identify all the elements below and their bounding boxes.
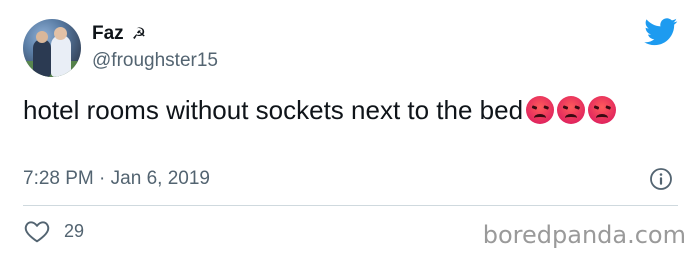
hammer-sickle-icon: ☭: [131, 26, 147, 43]
avatar-photo-person-2: [51, 35, 71, 77]
author-handle[interactable]: @froughster15: [92, 49, 218, 73]
avatar-photo-person-1: [33, 39, 51, 77]
heart-icon[interactable]: [24, 219, 50, 243]
author-name[interactable]: Faz: [92, 23, 124, 44]
tweet-time: 7:28 PM: [23, 168, 94, 189]
tweet-date: Jan 6, 2019: [110, 168, 210, 189]
divider: [23, 205, 678, 206]
tweet-timestamp[interactable]: 7:28 PM · Jan 6, 2019: [23, 167, 210, 191]
like-count: 29: [64, 221, 85, 241]
twitter-bird-icon[interactable]: [644, 18, 678, 46]
avatar-photo-head-2: [54, 27, 67, 40]
angry-face-icon: [557, 96, 586, 124]
angry-face-icon: [526, 96, 555, 124]
boredpanda-watermark: boredpanda.com: [482, 221, 686, 249]
meta-separator: ·: [99, 168, 106, 189]
tweet-text: hotel rooms without sockets next to the …: [23, 94, 663, 126]
info-icon[interactable]: [649, 167, 673, 191]
avatar[interactable]: [23, 19, 81, 77]
author-name-row[interactable]: Faz ☭: [92, 22, 146, 47]
avatar-photo-head-1: [36, 31, 48, 43]
angry-face-icon: [588, 96, 617, 124]
tweet-text-content: hotel rooms without sockets next to the …: [23, 95, 524, 125]
